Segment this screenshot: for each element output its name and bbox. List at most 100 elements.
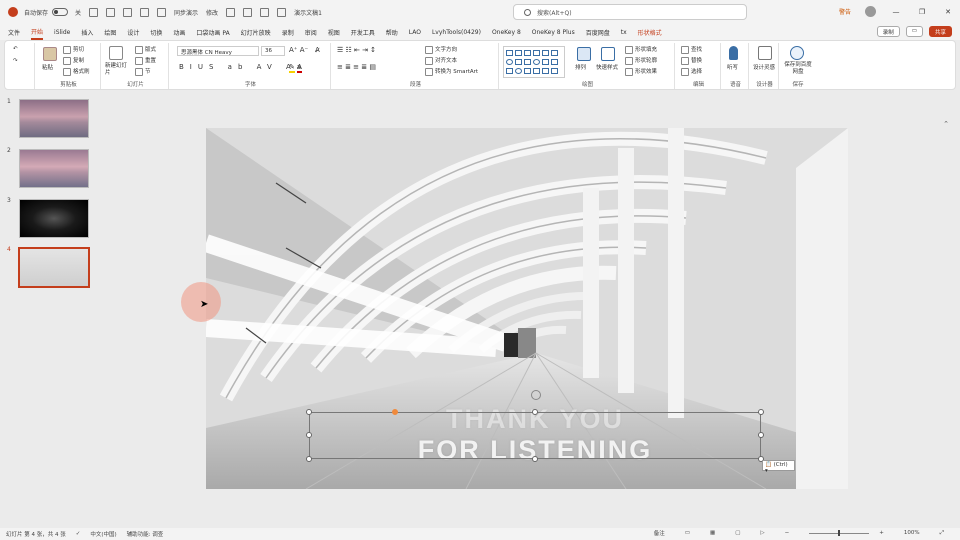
font-size-dropdown[interactable]: 36 [261,46,285,56]
record-button[interactable]: 录制 [876,26,900,37]
tab-onekey8plus[interactable]: OneKey 8 Plus [532,27,575,38]
clear-format-icon[interactable]: A̷ [315,46,320,54]
normal-view-icon[interactable]: ▭ [685,530,690,536]
close-button[interactable]: ✕ [942,8,954,16]
tab-shape-format[interactable]: 形状格式 [638,26,662,39]
autosave-toggle[interactable] [52,8,69,16]
font-style-buttons[interactable]: BIUS ab AV Aa [179,63,307,71]
tab-design[interactable]: 设计 [127,26,139,39]
zoom-in-icon[interactable]: + [879,530,884,536]
tab-draw[interactable]: 绘图 [104,26,116,39]
align-icon[interactable] [226,7,236,17]
restore-button[interactable]: ❐ [916,8,928,16]
copy-button[interactable]: 复制 [63,56,84,65]
reading-view-icon[interactable]: ▢ [735,530,740,536]
notes-button[interactable]: 备注 [654,529,665,537]
shape-fill-button[interactable]: 形状填充 [625,45,657,54]
resize-handle[interactable] [306,432,312,438]
redo-icon[interactable] [123,7,133,17]
paste-button[interactable]: 粘贴 [42,63,53,71]
save-to-baidu-button[interactable]: 保存到百度网盘 [782,62,814,76]
tab-animations[interactable]: 动画 [173,26,185,39]
search-box[interactable]: 搜索(Alt+Q) [513,4,747,20]
text-direction-button[interactable]: 文字方向 [425,45,457,54]
minimize-button[interactable]: — [890,8,902,16]
zoom-slider[interactable] [809,529,870,536]
slide-thumbnail-1[interactable] [19,99,89,138]
tab-lvyhtools[interactable]: LvyhTools(0429) [432,27,481,38]
select-button[interactable]: 选择 [681,67,702,76]
shape-effects-button[interactable]: 形状效果 [625,67,657,76]
microphone-icon[interactable] [729,46,738,60]
tab-tx[interactable]: tx [621,27,627,38]
resize-handle[interactable] [758,409,764,415]
tab-view[interactable]: 视图 [328,26,340,39]
tab-record[interactable]: 录制 [282,26,294,39]
tab-insert[interactable]: 插入 [81,26,93,39]
grid-icon[interactable] [260,7,270,17]
tab-transitions[interactable]: 切换 [150,26,162,39]
new-slide-button[interactable]: 新建幻灯片 [105,63,131,77]
resize-handle[interactable] [532,456,538,462]
paste-icon[interactable] [43,47,57,61]
format-painter-icon[interactable] [157,7,167,17]
shapes-gallery[interactable] [503,46,565,78]
tab-slideshow[interactable]: 幻灯片放映 [241,26,271,39]
slide-thumbnail-3[interactable] [19,199,89,238]
slide-thumbnail-4[interactable] [18,247,90,288]
slide-thumbnail-2[interactable] [19,149,89,188]
new-slide-icon[interactable] [109,46,123,60]
save-icon[interactable] [89,7,99,17]
replace-button[interactable]: 替换 [681,56,702,65]
arrange-button[interactable]: 排列 [575,63,586,71]
align-icons[interactable]: ≡ ≣ ≡ ≣ ▤ [337,63,376,71]
align-text-button[interactable]: 对齐文本 [425,56,457,65]
highlight-icon[interactable]: ✎ A [289,63,302,73]
designer-button[interactable]: 设计灵感 [753,63,775,71]
share-button[interactable]: 共享 [928,26,952,37]
zoom-level[interactable]: 100% [904,530,920,536]
tab-developer[interactable]: 开发工具 [351,26,375,39]
ribbon-undo-icon[interactable]: ↶ [13,46,18,52]
font-name-dropdown[interactable]: 思源黑体 CN Heavy [177,46,259,56]
format-painter-button[interactable]: 格式刷 [63,67,90,76]
zoom-out-icon[interactable]: − [785,530,790,536]
resize-handle[interactable] [532,409,538,415]
shape-outline-button[interactable]: 形状轮廓 [625,56,657,65]
resize-handle[interactable] [306,456,312,462]
tab-onekey8[interactable]: OneKey 8 [492,27,521,38]
slideshow-icon[interactable]: ▷ [760,530,764,536]
qat-sync-label[interactable]: 同步演示 [174,8,198,17]
section-button[interactable]: 节 [135,67,151,76]
ribbon-redo-icon[interactable]: ↷ [13,58,18,64]
cloud-icon[interactable] [790,46,804,60]
tab-help[interactable]: 帮助 [386,26,398,39]
warning-label[interactable]: 警告 [839,7,851,16]
comment-button[interactable]: ▭ [905,26,923,37]
shape-icon[interactable] [243,7,253,17]
slide-sorter-icon[interactable]: ▦ [710,530,715,536]
layout-button[interactable]: 版式 [135,45,156,54]
tab-file[interactable]: 文件 [8,26,20,39]
quick-styles-icon[interactable] [601,47,615,61]
reset-button[interactable]: 重置 [135,56,156,65]
find-button[interactable]: 查找 [681,45,702,54]
avatar[interactable] [865,6,876,17]
language[interactable]: 中文(中国) [90,530,116,538]
resize-handle[interactable] [306,409,312,415]
file-name[interactable]: 演示文稿1 [294,8,322,17]
arrange-icon[interactable] [577,47,591,61]
undo-icon[interactable] [106,7,116,17]
table-icon[interactable] [277,7,287,17]
fit-slide-icon[interactable]: ⤢ [940,530,944,537]
tab-review[interactable]: 审阅 [305,26,317,39]
rotate-handle-icon[interactable] [531,390,541,400]
adjustment-handle[interactable] [392,409,398,415]
grow-font-icon[interactable]: A⁺ A⁻ [289,46,308,54]
spellcheck-icon[interactable]: ✓ [76,531,81,537]
tab-pocket-animation[interactable]: 口袋动画 PA [196,26,229,39]
tab-islide[interactable]: iSlide [54,27,70,38]
cut-button[interactable]: 剪切 [63,45,84,54]
dictate-button[interactable]: 听写 [727,63,738,71]
quick-styles-button[interactable]: 快速样式 [596,63,618,71]
